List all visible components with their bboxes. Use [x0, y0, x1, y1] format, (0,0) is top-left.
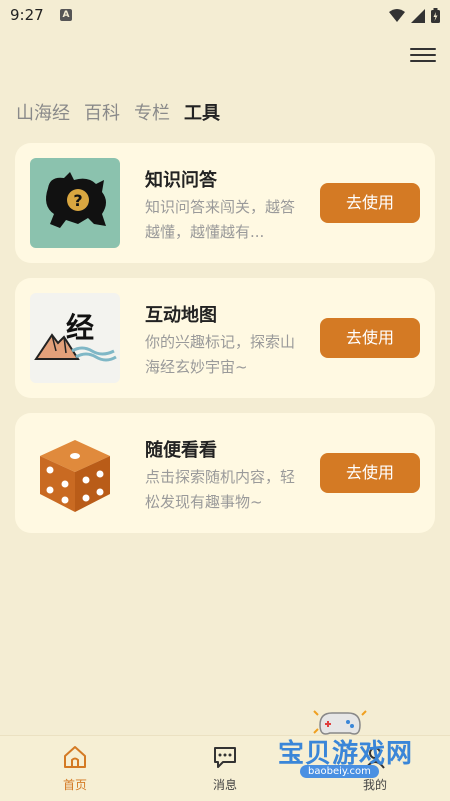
tab-zhuanlan[interactable]: 专栏: [134, 99, 170, 125]
svg-text:?: ?: [73, 191, 82, 210]
card-title: 随便看看: [145, 440, 217, 461]
card-title: 互动地图: [145, 305, 217, 326]
status-bar: 9:27 A: [0, 0, 450, 32]
card-description: 你的兴趣标记，探索山海经玄妙宇宙~: [145, 333, 296, 376]
wifi-icon: [389, 8, 405, 22]
beast-question-icon: ?: [30, 158, 120, 248]
menu-icon[interactable]: [410, 44, 436, 66]
card-description: 知识问答来闯关，越答越懂，越懂越有...: [145, 198, 296, 241]
tool-card-random[interactable]: 随便看看 点击探索随机内容，轻松发现有趣事物~ 去使用: [15, 413, 435, 533]
notification-a-icon: A: [60, 9, 72, 21]
tab-tools[interactable]: 工具: [184, 99, 220, 125]
dice-icon: [30, 428, 120, 518]
battery-icon: [431, 8, 440, 23]
card-title: 知识问答: [145, 170, 217, 191]
tab-baike[interactable]: 百科: [84, 99, 120, 125]
card-description: 点击探索随机内容，轻松发现有趣事物~: [145, 468, 296, 511]
use-button[interactable]: 去使用: [320, 183, 420, 223]
use-button[interactable]: 去使用: [320, 318, 420, 358]
status-icons: [389, 8, 440, 23]
nav-messages[interactable]: 消息: [195, 744, 255, 793]
tool-card-map[interactable]: 经 互动地图 你的兴趣标记，探索山海经玄妙宇宙~ 去使用: [15, 278, 435, 398]
map-thumb-label: 经: [66, 311, 94, 344]
nav-label: 首页: [62, 778, 87, 792]
watermark-url: baobeiy.com: [300, 765, 379, 778]
status-time: 9:27: [10, 6, 44, 24]
message-icon: [214, 747, 236, 768]
mountain-map-icon: 经: [30, 293, 120, 383]
signal-icon: [411, 8, 425, 23]
watermark-logo: 宝贝游戏网 baobeiy.com: [270, 705, 440, 795]
nav-home[interactable]: 首页: [45, 744, 105, 793]
nav-label: 消息: [212, 778, 237, 792]
use-button[interactable]: 去使用: [320, 453, 420, 493]
top-tabs: 山海经 百科 专栏 工具: [16, 99, 220, 125]
tab-shanhaijing[interactable]: 山海经: [16, 99, 70, 125]
home-icon: [64, 746, 86, 768]
tool-card-quiz[interactable]: ? 知识问答 知识问答来闯关，越答越懂，越懂越有... 去使用: [15, 143, 435, 263]
